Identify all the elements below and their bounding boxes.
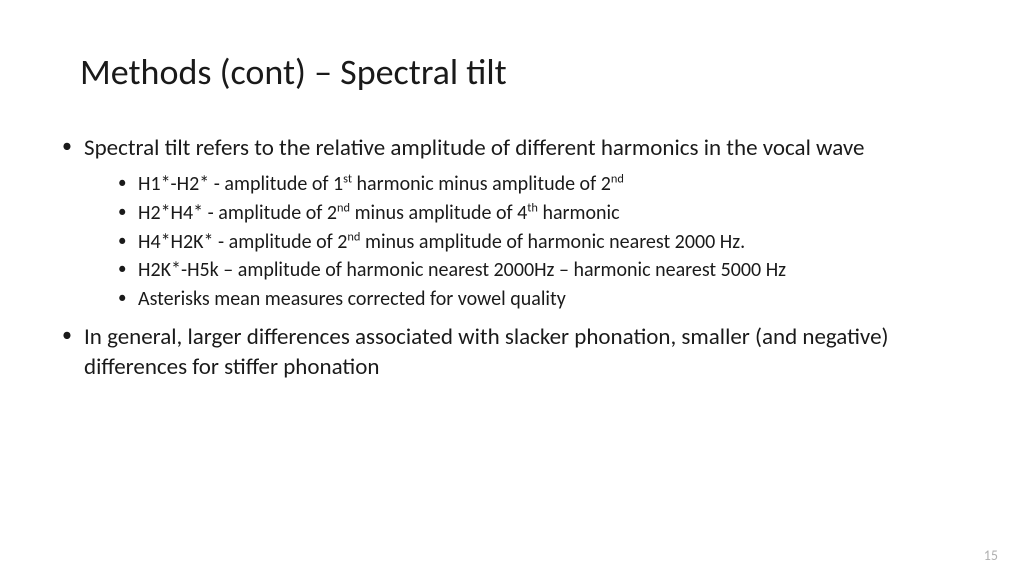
sub-bullet-item: H2K*-H5k – amplitude of harmonic nearest… [116, 257, 974, 285]
bullet-item: Spectral tilt refers to the relative amp… [58, 134, 974, 313]
superscript: nd [611, 172, 624, 187]
bullet-list: Spectral tilt refers to the relative amp… [58, 134, 974, 382]
superscript: nd [347, 229, 360, 244]
sub-bullet-text: H4*H2K* - amplitude of 2 [138, 230, 347, 254]
sub-bullet-text: H2*H4* - amplitude of 2 [138, 201, 337, 225]
sub-bullet-text: H1*-H2* - amplitude of 1 [138, 172, 343, 196]
superscript: th [527, 200, 538, 215]
bullet-item: In general, larger differences associate… [58, 323, 974, 382]
sub-bullet-item: H1*-H2* - amplitude of 1st harmonic minu… [116, 171, 974, 199]
sub-bullet-item: Asterisks mean measures corrected for vo… [116, 286, 974, 314]
page-number: 15 [984, 547, 998, 564]
sub-bullet-text: minus amplitude of harmonic nearest 2000… [360, 230, 745, 254]
sub-bullet-text: minus amplitude of 4 [350, 201, 527, 225]
sub-bullet-list: H1*-H2* - amplitude of 1st harmonic minu… [84, 171, 974, 313]
sub-bullet-text: Asterisks mean measures corrected for vo… [138, 287, 566, 311]
sub-bullet-text: H2K*-H5k – amplitude of harmonic nearest… [138, 258, 786, 282]
sub-bullet-item: H4*H2K* - amplitude of 2nd minus amplitu… [116, 229, 974, 257]
superscript: st [343, 172, 352, 187]
slide-title: Methods (cont) – Spectral tilt [80, 50, 974, 94]
slide-content: Spectral tilt refers to the relative amp… [50, 134, 974, 382]
sub-bullet-item: H2*H4* - amplitude of 2nd minus amplitud… [116, 200, 974, 228]
sub-bullet-text: harmonic minus amplitude of 2 [352, 172, 611, 196]
superscript: nd [337, 200, 350, 215]
bullet-text: In general, larger differences associate… [84, 323, 889, 380]
sub-bullet-text: harmonic [538, 201, 620, 225]
bullet-text: Spectral tilt refers to the relative amp… [84, 134, 864, 162]
